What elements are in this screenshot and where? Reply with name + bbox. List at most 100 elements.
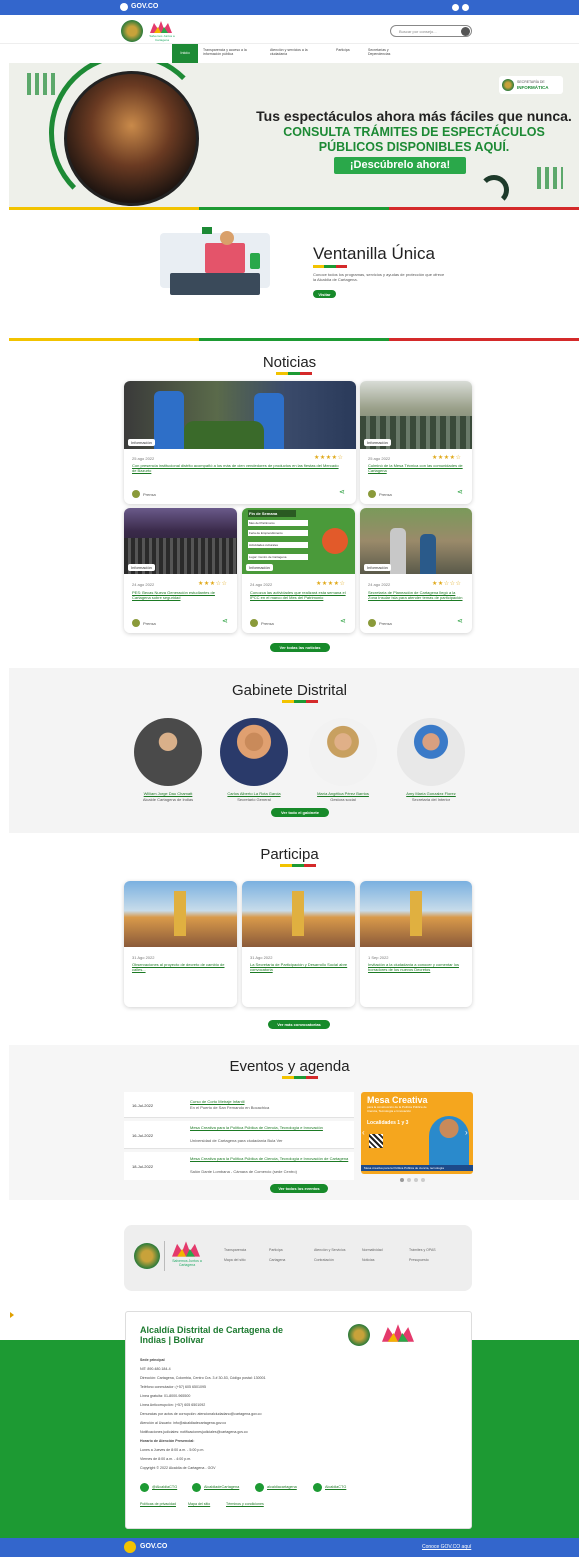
news-title-2[interactable]: Culminó de la Mesa Técnica con las comun… [368, 463, 464, 473]
nav-secretarias[interactable]: Secretarías y Dependencias [368, 48, 410, 56]
contact-line-9[interactable]: Notificaciones judiciales: notificacione… [140, 1428, 440, 1437]
hero-banner[interactable]: SECRETARÍA DE INFORMÁTICA Tus espectácul… [9, 63, 579, 207]
gov-brand[interactable]: GOV.CO [131, 3, 158, 10]
carousel-next-icon[interactable]: › [465, 1128, 468, 1137]
contact-line-6[interactable]: Línea Anticorrupción: (+57) 605 6501092 [140, 1401, 440, 1410]
nav-inicio[interactable]: Inicio [172, 44, 198, 64]
social-youtube[interactable]: AlcaldiaCTG [325, 1485, 346, 1489]
carousel-dot[interactable] [421, 1178, 425, 1182]
carousel-dot[interactable] [414, 1178, 418, 1182]
policy-privacy[interactable]: Políticas de privacidad [140, 1502, 176, 1506]
participa-link-1[interactable]: Observaciones al proyecto de decreto de … [132, 962, 230, 972]
hero-cta-button[interactable]: ¡Descúbrelo ahora! [334, 157, 466, 174]
all-gabinete-button[interactable]: Ver todo el gabinete [271, 808, 329, 817]
news-card-1[interactable]: Información 25 ago 2022 ★★★★☆ Con presen… [124, 381, 356, 504]
contact-line-4[interactable]: Teléfono conmutador: (+57) 605 6501095 [140, 1383, 440, 1392]
footer-link-2[interactable]: Participa [269, 1248, 283, 1252]
footer-link-9[interactable]: Noticias [362, 1258, 374, 1262]
event-row-3[interactable]: 18-Jul-2022 Mesa Creativa para la Políti… [124, 1152, 354, 1180]
nav-transparencia[interactable]: Transparencia y acceso a la información … [203, 48, 261, 56]
event-banner[interactable]: Mesa Creativa para la construcción de la… [361, 1092, 473, 1174]
news-title-4[interactable]: Conozca las actividades que realizará es… [250, 590, 348, 600]
contact-line-3: Dirección: Cartagena, Colombia, Centro C… [140, 1376, 266, 1380]
share-icon[interactable]: ⋖ [457, 488, 463, 496]
all-news-button[interactable]: Ver todas las noticias [270, 643, 330, 652]
news-title-1[interactable]: Con presencia institucional distrito aco… [132, 463, 342, 473]
event-title-2[interactable]: Mesa Creativa para la Política Pública d… [190, 1125, 350, 1130]
person-name-1[interactable]: William Jorge Dau Chamatt [124, 791, 212, 796]
footer-arrow-icon[interactable] [10, 1312, 14, 1318]
gov-bottom-brand[interactable]: GOV.CO [140, 1543, 167, 1550]
participa-date-2: 31 Ago 2022 [250, 955, 273, 960]
share-icon[interactable]: ⋖ [457, 617, 463, 625]
youtube-icon[interactable] [313, 1483, 322, 1492]
footer-link-8[interactable]: Contratación [314, 1258, 334, 1262]
footer-link-4[interactable]: Normatividad [362, 1248, 383, 1252]
search-box[interactable]: Buscar por consejo... [390, 25, 472, 37]
person-role-2: Secretario General [237, 797, 271, 802]
search-icon[interactable] [461, 27, 470, 36]
person-photo-3[interactable] [309, 718, 377, 786]
footer-link-3[interactable]: Atención y Servicios [314, 1248, 346, 1252]
event-banner-footer: Mesa creativa para la Política Pública d… [361, 1165, 473, 1171]
social-facebook[interactable]: AlcaldiadeCartagena [204, 1485, 239, 1489]
contact-line-5[interactable]: Línea gratuita: 01-8000-965500 [140, 1392, 440, 1401]
contrast-icon[interactable] [462, 4, 469, 11]
event-title-3[interactable]: Mesa Creativa para la Política Pública d… [190, 1156, 350, 1161]
policy-terms[interactable]: Términos y condiciones [226, 1502, 264, 1506]
news-card-5[interactable]: Información 24 ago 2022 ★★☆☆☆ Secretaría… [360, 508, 472, 633]
event-place-2: Universidad de Cartagena para ciudadanía… [190, 1138, 283, 1143]
contact-line-8[interactable]: Atención al Usuario: info@alcaldiadecart… [140, 1419, 440, 1428]
participa-link-3[interactable]: Invitación a la ciudadanía a conocer y c… [368, 962, 465, 972]
footer-link-7[interactable]: Cartagena [269, 1258, 285, 1262]
news-card-4[interactable]: Fin de Semana Mes del Patrimonio Feria d… [242, 508, 355, 633]
participa-link-2[interactable]: La Secretaría de Participación y Desarro… [250, 962, 348, 972]
ventanilla-button[interactable]: Visitar [313, 290, 336, 298]
policy-sitemap[interactable]: Mapa del sitio [188, 1502, 210, 1506]
all-participa-button[interactable]: Ver más convocatorias [268, 1020, 330, 1029]
carousel-dots[interactable] [400, 1178, 436, 1182]
flyer-item-1: Mes del Patrimonio [248, 520, 308, 526]
news-card-3[interactable]: Información 24 ago 2022 ★★★☆☆ PES: Becas… [124, 508, 237, 633]
gov-bottom-link[interactable]: Conoce GOV.CO aquí [422, 1544, 471, 1550]
event-banner-localidades: Localidades 1 y 3 [367, 1120, 409, 1126]
person-photo-2[interactable] [220, 718, 288, 786]
social-instagram[interactable]: alcaldiacartagena [267, 1485, 297, 1489]
participa-card-2[interactable]: 31 Ago 2022 La Secretaría de Participaci… [242, 881, 355, 1007]
twitter-icon[interactable] [140, 1483, 149, 1492]
event-row-1[interactable]: 16-Jul-2022 Curso de Corto Metraje Infan… [124, 1092, 354, 1118]
instagram-icon[interactable] [255, 1483, 264, 1492]
share-icon[interactable]: ⋖ [340, 617, 346, 625]
news-title-3[interactable]: PES: Becas Nueva Generación estudiantes … [132, 590, 230, 600]
carousel-prev-icon[interactable]: ‹ [362, 1128, 365, 1137]
carousel-dot[interactable] [400, 1178, 404, 1182]
participa-card-3[interactable]: 1 Sep 2022 Invitación a la ciudadanía a … [360, 881, 472, 1007]
nav-atencion[interactable]: Atención y servicios a la ciudadanía [270, 48, 320, 56]
flyer-title: Fin de Semana [248, 510, 296, 517]
social-twitter[interactable]: @AlcaldiaCTG [152, 1485, 177, 1489]
participa-card-1[interactable]: 31 Ago 2022 Observaciones al proyecto de… [124, 881, 237, 1007]
footer-link-5[interactable]: Trámites y OPAS [409, 1248, 436, 1252]
person-name-4[interactable]: Amy María Gonzalez Florez [387, 791, 475, 796]
footer-link-6[interactable]: Mapa del sitio [224, 1258, 246, 1262]
person-photo-4[interactable] [397, 718, 465, 786]
nav-participa[interactable]: Participa [336, 48, 350, 52]
accessibility-icon[interactable] [452, 4, 459, 11]
share-icon[interactable]: ⋖ [339, 488, 345, 496]
facebook-icon[interactable] [192, 1483, 201, 1492]
person-name-3[interactable]: María Angélica Pérez Barrios [299, 791, 387, 796]
event-row-2[interactable]: 16-Jul-2022 Mesa Creativa para la Políti… [124, 1121, 354, 1149]
search-input[interactable]: Buscar por consejo... [399, 29, 437, 34]
contact-line-7[interactable]: Denuncias por actos de corrupción: atenc… [140, 1410, 440, 1419]
carousel-dot[interactable] [407, 1178, 411, 1182]
news-photo-1 [124, 381, 356, 449]
all-events-button[interactable]: Ver todos los eventos [270, 1184, 328, 1193]
event-title-1[interactable]: Curso de Corto Metraje Infantil [190, 1099, 350, 1104]
share-icon[interactable]: ⋖ [222, 617, 228, 625]
footer-link-1[interactable]: Transparencia [224, 1248, 246, 1252]
news-title-5[interactable]: Secretaría de Planeación de Cartagena ll… [368, 590, 465, 600]
person-photo-1[interactable] [134, 718, 202, 786]
footer-link-10[interactable]: Presupuesto [409, 1258, 429, 1262]
news-card-2[interactable]: Información 25 ago 2022 ★★★★☆ Culminó de… [360, 381, 472, 504]
person-name-2[interactable]: Carlos Alberto La Rota Garcia [210, 791, 298, 796]
